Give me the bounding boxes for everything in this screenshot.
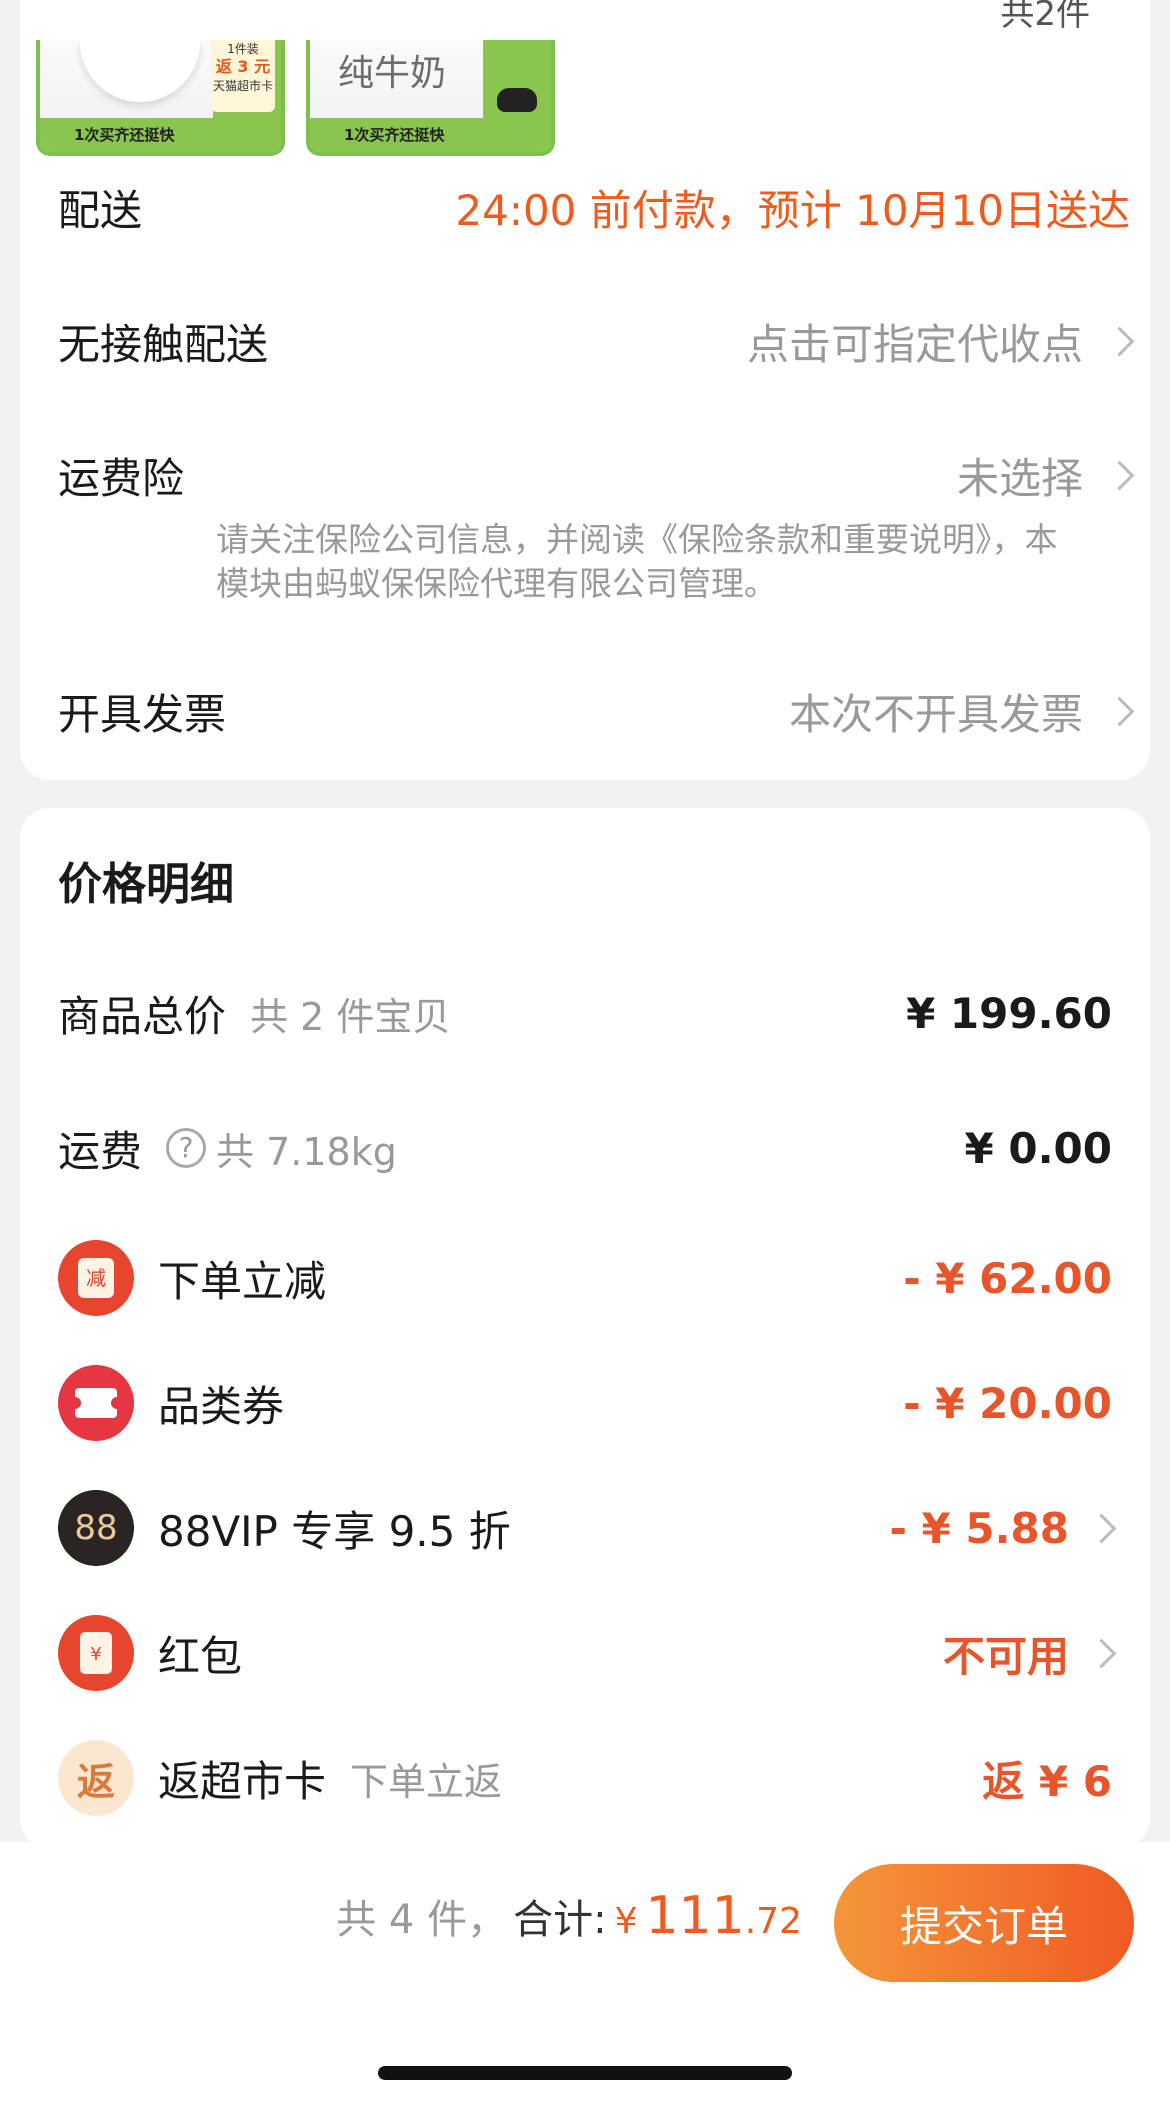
product-count[interactable]: 共2件	[1000, 0, 1090, 35]
discount-row-red-packet[interactable]: ¥ 红包 不可用	[58, 1613, 1117, 1693]
discount-amount: 返 ¥ 6	[982, 1756, 1112, 1806]
shipping-fee-amount: ¥ 0.00	[964, 1123, 1112, 1173]
goods-total-label: 商品总价	[58, 991, 227, 1041]
discount-left: 减 下单立减	[58, 1240, 326, 1316]
chevron-right-icon	[1104, 696, 1135, 726]
discount-row-order-reduce: 减 下单立减 - ¥ 62.00	[58, 1238, 1112, 1318]
shipping-insurance-row[interactable]: 运费险 未选择	[58, 440, 1135, 510]
discount-left: 88 88VIP 专享 9.5 折	[58, 1490, 511, 1566]
insurance-label: 运费险	[58, 453, 185, 503]
contactless-label: 无接触配送	[58, 319, 269, 369]
invoice-label: 开具发票	[58, 689, 227, 739]
discount-amount-wrap: - ¥ 5.88	[889, 1503, 1117, 1553]
goods-total-left: 商品总价 共 2 件宝贝	[58, 983, 450, 1044]
shipping-weight: 共 7.18kg	[216, 1129, 397, 1174]
discount-label: 返超市卡	[158, 1756, 327, 1806]
submit-order-button[interactable]: 提交订单	[834, 1864, 1134, 1982]
contactless-value: 点击可指定代收点	[746, 319, 1083, 369]
insurance-note: 请关注保险公司信息，并阅读《保险条款和重要说明》，本模块由蚂蚁保保险代理有限公司…	[216, 520, 1058, 603]
discount-row-88vip[interactable]: 88 88VIP 专享 9.5 折 - ¥ 5.88	[58, 1488, 1117, 1568]
order-total: 共 4 件， 合计: ¥ 111 .72	[336, 1886, 802, 1956]
delivery-estimate: 24:00 前付款，预计 10月10日送达	[455, 185, 1130, 235]
red-packet-icon: ¥	[58, 1615, 134, 1691]
vip-88-icon: 88	[58, 1490, 134, 1566]
discount-left: ¥ 红包	[58, 1615, 242, 1691]
chevron-right-icon	[1104, 326, 1135, 356]
total-count: 共 4 件，	[336, 1897, 508, 1943]
discount-amount: - ¥ 62.00	[903, 1253, 1112, 1303]
ticket-shape	[69, 1388, 123, 1418]
invoice-value-wrap: 本次不开具发票	[788, 681, 1135, 742]
product-caption: 1次买齐还挺快	[310, 118, 551, 152]
goods-total-amount: ¥ 199.60	[906, 988, 1112, 1038]
insurance-value: 未选择	[956, 453, 1083, 503]
chevron-right-icon	[1086, 1513, 1117, 1543]
rebate-icon: 返	[58, 1740, 134, 1816]
tmall-cat-icon	[497, 88, 537, 112]
discount-amount: - ¥ 5.88	[889, 1503, 1069, 1553]
discount-label: 品类券	[158, 1381, 285, 1431]
chevron-right-icon	[1104, 460, 1135, 490]
discount-row-rebate-card: 返 返超市卡 下单立返 返 ¥ 6	[58, 1738, 1112, 1818]
reduce-icon: 减	[58, 1240, 134, 1316]
discount-amount: 不可用	[942, 1631, 1069, 1681]
shipping-fee-row: 运费 ? 共 7.18kg ¥ 0.00	[58, 1108, 1112, 1188]
delivery-row: 配送 24:00 前付款，预计 10月10日送达	[58, 172, 1130, 242]
chevron-right-icon	[1086, 1638, 1117, 1668]
discount-label: 88VIP 专享 9.5 折	[158, 1506, 511, 1556]
rebate-card-sub: 天猫超市卡	[212, 79, 273, 93]
total-currency: ¥	[614, 1901, 638, 1942]
discount-amount: - ¥ 20.00	[903, 1378, 1112, 1428]
rebate-card-top-text: 1件装	[227, 42, 259, 56]
goods-total-count: 共 2 件宝贝	[250, 994, 451, 1039]
insurance-value-wrap: 未选择	[956, 445, 1135, 506]
discount-label: 红包	[158, 1631, 243, 1681]
reduce-icon-glyph: 减	[78, 1258, 114, 1298]
product-thumbnail-1[interactable]: 1件装 返 3 元 天猫超市卡 1次买齐还挺快	[36, 40, 285, 156]
goods-total-row: 商品总价 共 2 件宝贝 ¥ 199.60	[58, 973, 1112, 1053]
delivery-label: 配送	[58, 185, 143, 235]
invoice-value: 本次不开具发票	[788, 689, 1083, 739]
total-decimal: .72	[744, 1901, 802, 1942]
product-count-text: 共2件	[1000, 0, 1090, 34]
red-packet-glyph: ¥	[80, 1632, 112, 1674]
discount-left: 返 返超市卡 下单立返	[58, 1740, 502, 1816]
coupon-icon	[58, 1365, 134, 1441]
noodle-bowl-image	[80, 40, 200, 102]
discount-row-category-coupon: 品类券 - ¥ 20.00	[58, 1363, 1112, 1443]
milk-package-text: 纯牛奶	[338, 53, 447, 94]
shipping-fee-left: 运费 ? 共 7.18kg	[58, 1118, 397, 1179]
discount-label: 下单立减	[158, 1256, 327, 1306]
invoice-row[interactable]: 开具发票 本次不开具发票	[58, 676, 1135, 746]
contactless-value-wrap: 点击可指定代收点	[746, 311, 1135, 372]
total-label: 合计:	[513, 1897, 607, 1943]
product-thumbnail-2[interactable]: 纯牛奶 1次买齐还挺快	[306, 40, 555, 156]
help-circle-icon[interactable]: ?	[166, 1128, 207, 1168]
discount-amount-wrap: 不可用	[942, 1623, 1117, 1684]
price-detail-title: 价格明细	[58, 859, 234, 910]
discount-sub: 下单立返	[350, 1759, 503, 1804]
discount-left: 品类券	[58, 1365, 284, 1441]
home-indicator[interactable]	[378, 2066, 792, 2080]
shipping-fee-label: 运费	[58, 1126, 143, 1176]
product-caption: 1次买齐还挺快	[40, 118, 281, 152]
contactless-delivery-row[interactable]: 无接触配送 点击可指定代收点	[58, 306, 1135, 376]
total-integer: 111	[645, 1886, 745, 1946]
rebate-card-badge: 1件装 返 3 元 天猫超市卡	[211, 40, 275, 112]
rebate-card-amount: 返 3 元	[215, 57, 271, 76]
